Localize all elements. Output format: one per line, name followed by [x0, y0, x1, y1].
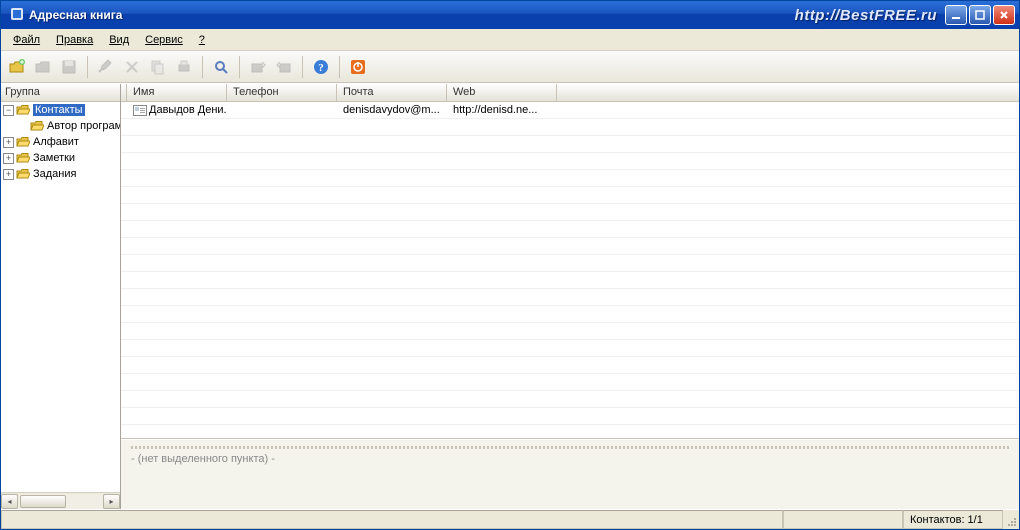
table-row-empty — [121, 289, 1019, 306]
table-row-empty — [121, 119, 1019, 136]
expand-icon[interactable]: + — [3, 137, 14, 148]
watermark: http://BestFREE.ru — [795, 7, 937, 24]
scroll-thumb[interactable] — [20, 495, 66, 508]
table-row-empty — [121, 272, 1019, 289]
tree-item[interactable]: + Задания — [1, 166, 120, 182]
menu-file[interactable]: Файл — [7, 32, 46, 48]
status-main — [1, 510, 783, 529]
col-name[interactable]: Имя — [127, 84, 227, 102]
tree-item[interactable]: Автор программы — [1, 118, 120, 134]
table-row-empty — [121, 323, 1019, 340]
tree-hscroll[interactable]: ◂ ▸ — [1, 492, 120, 509]
window-title: Адресная книга — [29, 8, 122, 22]
print-button[interactable] — [172, 55, 196, 79]
minimize-button[interactable] — [945, 5, 967, 25]
collapse-icon[interactable]: − — [3, 105, 14, 116]
cell-mail: denisdavydov@m... — [337, 103, 447, 117]
menu-help[interactable]: ? — [193, 32, 211, 48]
tree-pane: Группа −КонтактыАвтор программы+Алфавит+… — [1, 84, 121, 509]
statusbar: Контактов: 1/1 — [1, 509, 1019, 529]
expand-icon[interactable]: + — [3, 169, 14, 180]
tree-item-label: Алфавит — [33, 136, 79, 148]
tree-item[interactable]: + Алфавит — [1, 134, 120, 150]
table-row-empty — [121, 153, 1019, 170]
power-button[interactable] — [346, 55, 370, 79]
contact-table: Имя Телефон Почта Web Давыдов Дени... den… — [121, 84, 1019, 439]
close-button[interactable] — [993, 5, 1015, 25]
table-row-empty — [121, 238, 1019, 255]
tree-header[interactable]: Группа — [1, 84, 120, 102]
scroll-right-icon[interactable]: ▸ — [103, 494, 120, 509]
table-row-empty — [121, 340, 1019, 357]
menu-view[interactable]: Вид — [103, 32, 135, 48]
tree-item[interactable]: − Контакты — [1, 102, 120, 118]
tree-item-label: Контакты — [33, 104, 85, 116]
cell-web: http://denisd.ne... — [447, 103, 557, 117]
table-row-empty — [121, 357, 1019, 374]
table-row-empty — [121, 221, 1019, 238]
new-contact-button[interactable] — [5, 55, 29, 79]
table-row[interactable]: Давыдов Дени... denisdavydov@m...http://d… — [121, 102, 1019, 119]
table-row-empty — [121, 170, 1019, 187]
col-phone[interactable]: Телефон — [227, 84, 337, 102]
table-row-empty — [121, 255, 1019, 272]
import-button[interactable] — [272, 55, 296, 79]
maximize-button[interactable] — [969, 5, 991, 25]
edit-button[interactable] — [94, 55, 118, 79]
menubar: Файл Правка Вид Сервис ? — [1, 29, 1019, 51]
detail-pane: - (нет выделенного пункта) - — [121, 439, 1019, 509]
status-contacts: Контактов: 1/1 — [903, 510, 1003, 529]
contact-icon — [133, 105, 147, 116]
delete-button[interactable] — [120, 55, 144, 79]
expand-icon[interactable]: + — [3, 153, 14, 164]
app-icon — [9, 6, 25, 25]
export-button[interactable] — [246, 55, 270, 79]
cell-phone — [227, 109, 337, 111]
table-row-empty — [121, 187, 1019, 204]
tree-item-label: Задания — [33, 168, 76, 180]
scroll-left-icon[interactable]: ◂ — [1, 494, 18, 509]
detail-splitter[interactable] — [131, 446, 1009, 449]
status-mid — [783, 510, 903, 529]
tree: − Контакты Автор программы + Алфавит + Заметки… — [1, 102, 120, 492]
help-button[interactable]: ? — [309, 55, 333, 79]
find-button[interactable] — [209, 55, 233, 79]
table-row-empty — [121, 204, 1019, 221]
detail-empty-text: - (нет выделенного пункта) - — [131, 453, 1009, 465]
copy-button[interactable] — [146, 55, 170, 79]
table-row-empty — [121, 306, 1019, 323]
col-rest — [557, 84, 1019, 102]
col-web[interactable]: Web — [447, 84, 557, 102]
table-row-empty — [121, 136, 1019, 153]
titlebar: Адресная книга http://BestFREE.ru — [1, 1, 1019, 29]
table-row-empty — [121, 408, 1019, 425]
tree-item-label: Автор программы — [47, 120, 120, 132]
toolbar: ? — [1, 51, 1019, 83]
table-row-empty — [121, 425, 1019, 438]
tree-item[interactable]: + Заметки — [1, 150, 120, 166]
table-row-empty — [121, 374, 1019, 391]
svg-text:?: ? — [318, 62, 324, 74]
menu-tools[interactable]: Сервис — [139, 32, 189, 48]
cell-name: Давыдов Дени... — [149, 104, 227, 116]
tree-item-label: Заметки — [33, 152, 75, 164]
open-button[interactable] — [31, 55, 55, 79]
save-button[interactable] — [57, 55, 81, 79]
table-header: Имя Телефон Почта Web — [121, 84, 1019, 102]
resize-grip[interactable] — [1003, 510, 1019, 529]
col-mail[interactable]: Почта — [337, 84, 447, 102]
table-row-empty — [121, 391, 1019, 408]
menu-edit[interactable]: Правка — [50, 32, 99, 48]
